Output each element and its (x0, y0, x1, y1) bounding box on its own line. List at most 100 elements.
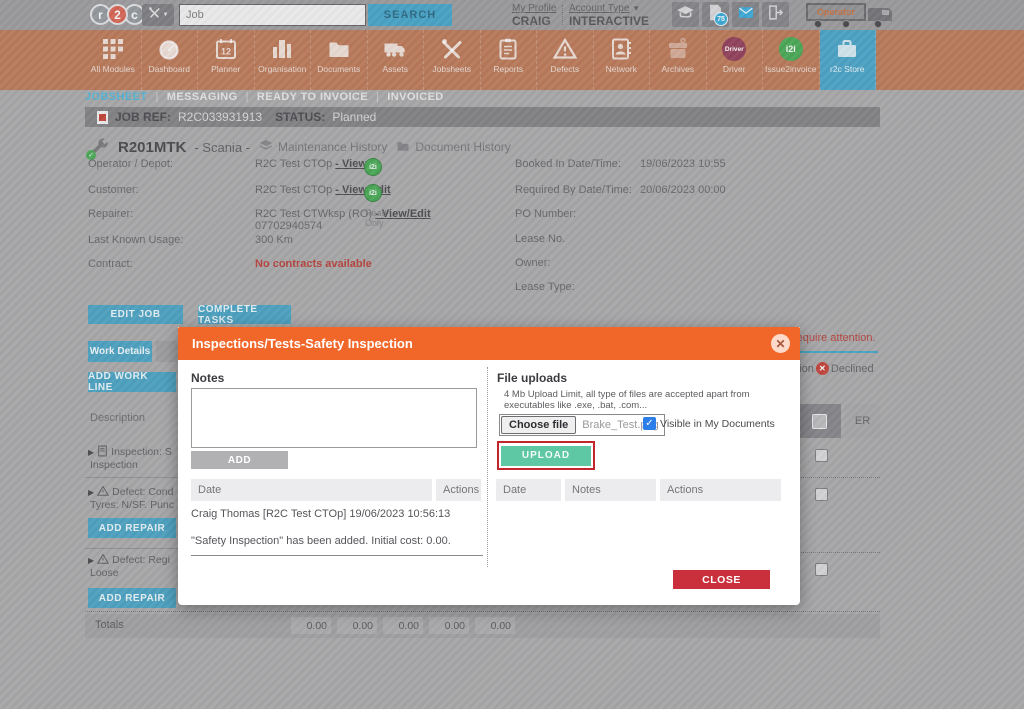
vehicle-make: - Scania - (194, 140, 250, 155)
complete-tasks-button[interactable]: COMPLETE TASKS (198, 305, 291, 324)
total-cell: 0.00 (475, 617, 515, 634)
row-checkbox[interactable] (815, 488, 828, 501)
truck-trailer: Operator (806, 3, 866, 21)
close-icon[interactable]: ✕ (771, 334, 790, 353)
maintenance-history-link[interactable]: Maintenance History (258, 138, 387, 157)
module-assets[interactable]: Assets (368, 30, 425, 90)
file-input[interactable]: Choose file Brake_Test.png (499, 414, 665, 436)
module-jobsheets[interactable]: Jobsheets (424, 30, 481, 90)
my-profile-block: My Profile CRAIG (512, 3, 556, 27)
visible-checkbox[interactable]: ✓ (643, 417, 656, 430)
close-button[interactable]: CLOSE (673, 570, 770, 589)
divider (487, 367, 488, 567)
job-ref-label: JOB REF: (115, 110, 171, 124)
description-header: Description (90, 412, 145, 424)
divider (85, 611, 880, 612)
pdf-icon[interactable] (97, 111, 108, 124)
view-edit-link[interactable]: - View/Edit (335, 184, 390, 196)
truck-wheel (842, 20, 850, 28)
row-checkbox[interactable] (815, 449, 828, 462)
total-cell: 0.00 (383, 617, 423, 634)
top-bar: r 2 c ▼ SEARCH My Profile CRAIG Account … (0, 0, 1024, 30)
logo-letter-2: 2 (107, 4, 128, 25)
job-ref-bar: JOB REF: R2C033931913 STATUS: Planned (85, 107, 880, 127)
module-planner[interactable]: 12 Planner (198, 30, 255, 90)
add-repair-button[interactable]: ADD REPAIR (88, 588, 176, 608)
nav-invoiced[interactable]: INVOICED (387, 91, 443, 103)
upload-button[interactable]: UPLOAD (501, 446, 591, 466)
notes-history-actions-header: Actions (436, 479, 481, 501)
total-cell: 0.00 (337, 617, 377, 634)
i2i-circle-icon: i2i (779, 37, 803, 61)
view-link[interactable]: - View (335, 158, 367, 170)
search-button[interactable]: SEARCH (368, 4, 452, 26)
building-icon (269, 36, 295, 62)
divider (85, 477, 178, 478)
workline-inspection[interactable]: ▶Inspection: SInspection (88, 445, 178, 471)
choose-file-button[interactable]: Choose file (501, 416, 576, 434)
safety-inspection-modal: Inspections/Tests-Safety Inspection ✕ No… (178, 327, 800, 605)
status-value: Planned (332, 110, 376, 124)
total-cell: 0.00 (291, 617, 331, 634)
app-screen: r 2 c ▼ SEARCH My Profile CRAIG Account … (0, 0, 1024, 709)
warning-triangle-icon (552, 36, 578, 62)
job-ref-value: R2C033931913 (178, 110, 262, 124)
tab-work-details[interactable]: Work Details (88, 341, 152, 362)
history-entry-author: Craig Thomas [R2C Test CTOp] 19/06/2023 … (191, 508, 450, 520)
module-archives[interactable]: Archives (650, 30, 707, 90)
operator-truck-badge[interactable]: Operator (806, 1, 906, 29)
nav-jobsheet[interactable]: JOBSHEET (85, 91, 148, 103)
workline-defect-2[interactable]: ▶Defect: RegiLoose (88, 553, 178, 579)
add-note-button[interactable]: ADD (191, 451, 288, 469)
row-checkbox[interactable] (815, 563, 828, 576)
nav-messaging[interactable]: MESSAGING (167, 91, 238, 103)
messages-button[interactable] (732, 2, 759, 27)
document-history-link[interactable]: Document History (395, 139, 510, 156)
folder-icon (326, 36, 352, 62)
expand-arrow-icon[interactable]: ▶ (88, 488, 94, 497)
expand-arrow-icon[interactable]: ▶ (88, 448, 94, 457)
tools-icon (439, 36, 465, 62)
select-all-checkbox[interactable] (812, 414, 827, 429)
tab-hidden-fragment[interactable] (156, 341, 180, 362)
workline-defect-1[interactable]: ▶Defect: CondTyres: N/SF. Punc (88, 485, 178, 511)
wrench-icon: ✓ (88, 136, 110, 158)
i2i-badge[interactable]: i2i (364, 158, 382, 176)
module-issue2invoice[interactable]: i2i Issue2invoice (763, 30, 820, 90)
clipboard-icon (495, 36, 521, 62)
topbar-icon-tray: 75 (672, 2, 789, 27)
field-customer: Customer:R2C Test CTOp - View/Edit (88, 184, 391, 196)
chevron-down-icon: ▼ (163, 12, 169, 18)
module-all-modules[interactable]: All Modules (85, 30, 142, 90)
edit-job-button[interactable]: EDIT JOB (88, 305, 183, 324)
expand-arrow-icon[interactable]: ▶ (88, 556, 94, 565)
search-input[interactable] (179, 4, 366, 26)
logout-button[interactable] (762, 2, 789, 27)
file-uploads-label: File uploads (497, 371, 567, 385)
r2c-logo[interactable]: r 2 c (90, 4, 145, 25)
notifications-button[interactable]: 75 (702, 2, 729, 27)
history-entry-text: "Safety Inspection" has been added. Init… (191, 535, 451, 547)
i2i-badge[interactable]: i2i (364, 184, 382, 202)
module-documents[interactable]: Documents (311, 30, 368, 90)
module-driver[interactable]: Driver Driver (707, 30, 764, 90)
training-button[interactable] (672, 2, 699, 27)
add-work-line-button[interactable]: ADD WORK LINE (88, 372, 176, 392)
total-cell: 0.00 (429, 617, 469, 634)
module-dashboard[interactable]: Dashboard (142, 30, 199, 90)
module-defects[interactable]: Defects (537, 30, 594, 90)
notes-textarea[interactable] (191, 388, 477, 448)
module-network[interactable]: Network (594, 30, 651, 90)
add-repair-button[interactable]: ADD REPAIR (88, 518, 176, 538)
search-type-dropdown[interactable]: ▼ (142, 4, 174, 26)
svg-text:12: 12 (221, 47, 231, 57)
caret-down-icon: ▼ (632, 4, 640, 13)
module-r2c-store[interactable]: r2c Store (820, 30, 877, 90)
defect-warning-icon (97, 485, 109, 497)
module-reports[interactable]: Reports (481, 30, 538, 90)
envelope-icon (736, 4, 756, 26)
attention-text-fragment: require attention. (793, 332, 876, 344)
field-po-number: PO Number: (515, 208, 640, 220)
module-organisation[interactable]: Organisation (255, 30, 312, 90)
nav-ready-to-invoice[interactable]: READY TO INVOICE (257, 91, 368, 103)
